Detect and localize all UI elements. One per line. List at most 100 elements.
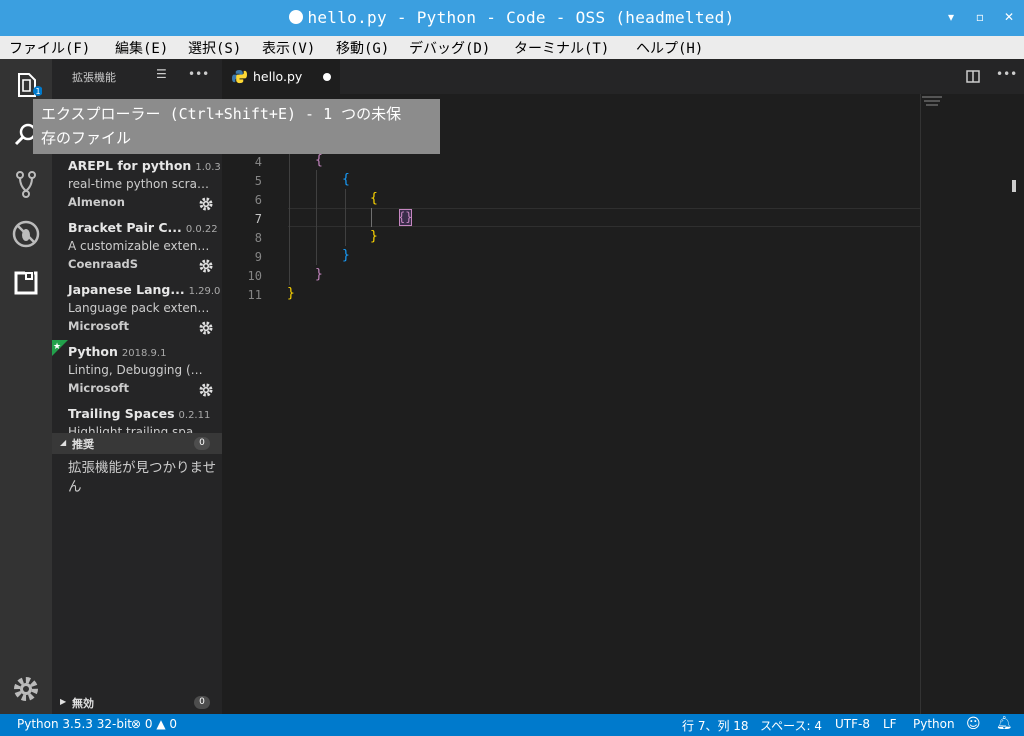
error-count: 0	[144, 717, 153, 731]
extensions-icon	[14, 271, 38, 295]
extension-item[interactable]: AREPL for python 1.0.3 real-time python s…	[68, 158, 221, 220]
manage-button[interactable]	[10, 673, 42, 705]
extension-description: A customizable extension	[68, 239, 210, 253]
no-extensions-message: 拡張機能が見つかりません	[68, 460, 217, 495]
source-control-icon	[16, 171, 36, 198]
code-token: }	[342, 248, 350, 263]
extension-item[interactable]: Python2018.9.1 Linting, Debugging (multi…	[68, 344, 214, 406]
extension-version: 2018.9.1	[121, 348, 167, 359]
code-token: }	[315, 267, 323, 282]
line-number: 8	[254, 231, 262, 245]
code-token: {	[315, 153, 323, 168]
encoding-setting[interactable]: UTF-8	[835, 717, 870, 731]
line-number: 11	[247, 288, 262, 302]
manage-extension-gear-icon[interactable]	[198, 320, 214, 336]
line-number: 6	[254, 193, 262, 207]
editor-tab-bar: hello.py •••	[222, 59, 1024, 94]
window-title-text: hello.py - Python - Code - OSS (headmelt…	[307, 8, 735, 27]
extension-description: Linting, Debugging (multi-threaded)	[68, 363, 210, 377]
line-number: 7	[254, 212, 262, 226]
svg-text:1: 1	[35, 87, 40, 96]
tooltip-line-2: 存のファイル	[41, 129, 132, 147]
extension-name: Python	[68, 344, 118, 359]
editor-more-actions-icon[interactable]: •••	[996, 67, 1017, 81]
extension-item[interactable]: Japanese Lang... 1.29.0 Language pack ext…	[68, 282, 220, 344]
menu-file[interactable]: ファイル(F)	[9, 38, 90, 58]
menu-view[interactable]: 表示(V)	[262, 38, 315, 58]
extension-item[interactable]: Trailing Spaces 0.2.11 Highlight trailing…	[68, 406, 214, 433]
unsaved-dot-icon[interactable]	[323, 73, 331, 81]
manage-extension-gear-icon[interactable]	[198, 382, 214, 398]
code-token: {	[342, 172, 350, 187]
extensions-button[interactable]	[10, 267, 42, 299]
sidebar-title: 拡張機能	[72, 71, 116, 84]
manage-extension-gear-icon[interactable]	[198, 196, 214, 212]
menu-terminal[interactable]: ターミナル(T)	[514, 38, 609, 58]
extension-version: 1.29.0	[188, 286, 221, 297]
python-interpreter[interactable]: Python 3.5.3 32-bit	[17, 717, 132, 731]
code-token: {	[370, 191, 378, 206]
line-number: 4	[254, 155, 262, 169]
title-bar: hello.py - Python - Code - OSS (headmelt…	[0, 0, 1024, 36]
tooltip-line-1: エクスプローラー (Ctrl+Shift+E) - 1 つの未保	[41, 105, 402, 123]
disabled-section-header[interactable]: ▶ 無効 0	[52, 692, 222, 713]
problems-indicator[interactable]: ⊗ 0 ▲ 0	[131, 717, 177, 731]
minimap-divider	[920, 94, 921, 714]
eol-setting[interactable]: LF	[883, 717, 897, 731]
debug-icon	[12, 220, 40, 248]
section-label: 推奨	[72, 438, 94, 451]
extension-item[interactable]: Bracket Pair C... 0.0.22 A customizable e…	[68, 220, 218, 282]
expand-arrow-icon: ▶	[60, 697, 67, 706]
extension-version: 0.0.22	[185, 224, 218, 235]
more-actions-icon[interactable]: •••	[188, 67, 209, 81]
warning-icon: ▲	[156, 717, 166, 731]
notifications-bell-icon[interactable]: 🔔︎	[996, 716, 1013, 731]
activity-bar: 1	[0, 59, 52, 714]
explorer-button[interactable]: 1	[10, 69, 43, 101]
svg-text:★: ★	[53, 342, 61, 352]
menu-debug[interactable]: デバッグ(D)	[409, 38, 490, 58]
indent-guide	[316, 170, 317, 265]
extension-description: real-time python scratchpad	[68, 177, 210, 191]
section-count-badge: 0	[194, 696, 210, 709]
feedback-smiley-icon[interactable]: ☺	[966, 716, 981, 732]
extension-version: 0.2.11	[178, 410, 211, 421]
minimize-button[interactable]: ▾	[944, 9, 958, 25]
maximize-button[interactable]: ▫	[973, 9, 987, 25]
split-editor-icon[interactable]	[966, 70, 980, 83]
window-title: hello.py - Python - Code - OSS (headmelt…	[0, 8, 1024, 27]
clear-list-icon[interactable]: ☰	[156, 67, 167, 81]
menu-selection[interactable]: 選択(S)	[188, 38, 241, 58]
menu-go[interactable]: 移動(G)	[336, 38, 389, 58]
code-token: {}	[398, 210, 413, 224]
tab-hello-py[interactable]: hello.py	[222, 59, 340, 94]
cursor-position[interactable]: 行 7、列 18	[682, 717, 749, 734]
error-icon: ⊗	[131, 717, 142, 731]
menu-help[interactable]: ヘルプ(H)	[636, 38, 703, 58]
scrollbar-slider[interactable]	[1012, 180, 1016, 192]
extension-publisher: Almenon	[68, 195, 125, 209]
indent-guide	[345, 189, 346, 246]
unsaved-dot-icon	[289, 10, 304, 24]
manage-extension-gear-icon[interactable]	[198, 258, 214, 274]
extension-description: Language pack extension	[68, 301, 210, 315]
extension-publisher: Microsoft	[68, 381, 130, 395]
minimap[interactable]	[920, 94, 1024, 114]
extensions-sidebar: 拡張機能 ☰ ••• AREPL for python 1.0.3 real-ti…	[52, 59, 222, 714]
code-token: }	[370, 229, 378, 244]
code-editor[interactable]: 4 5 6 7 8 9 10 11 { { { {} } } } }	[222, 94, 1024, 714]
debug-button[interactable]	[10, 218, 42, 250]
section-label: 無効	[72, 697, 94, 710]
explorer-icon: 1	[18, 73, 43, 97]
recommended-section-header[interactable]: ◢ 推奨 0	[52, 433, 222, 454]
menu-edit[interactable]: 編集(E)	[115, 38, 168, 58]
line-number: 10	[247, 269, 262, 283]
language-mode[interactable]: Python	[913, 717, 955, 731]
indentation-setting[interactable]: スペース: 4	[760, 717, 822, 734]
close-button[interactable]: ✕	[1002, 9, 1016, 25]
indent-guide	[289, 150, 290, 285]
warning-count: 0	[169, 717, 178, 731]
status-bar: Python 3.5.3 32-bit ⊗ 0 ▲ 0 行 7、列 18 スペー…	[0, 714, 1024, 736]
source-control-button[interactable]	[10, 168, 42, 200]
extension-name: Trailing Spaces	[68, 406, 175, 421]
